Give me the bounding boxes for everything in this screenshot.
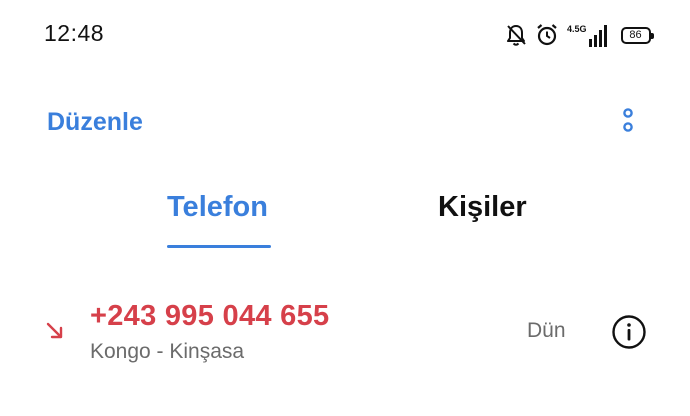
battery-level: 86 <box>629 29 642 41</box>
active-tab-indicator <box>167 245 271 248</box>
call-log-row[interactable]: +243 995 044 655 Kongo - Kinşasa Dün <box>0 286 690 376</box>
battery-icon: 86 <box>620 26 654 44</box>
edit-button[interactable]: Düzenle <box>47 108 143 137</box>
status-clock: 12:48 <box>44 20 105 46</box>
call-time: Dün <box>527 319 566 342</box>
call-location: Kongo - Kinşasa <box>90 340 245 363</box>
alarm-icon <box>535 23 559 47</box>
tab-telefon[interactable]: Telefon <box>167 191 268 224</box>
missed-call-arrow-icon <box>46 322 64 345</box>
bell-off-icon <box>505 23 527 47</box>
more-vertical-icon[interactable] <box>614 108 642 138</box>
call-number: +243 995 044 655 <box>90 300 330 332</box>
tab-kisiler[interactable]: Kişiler <box>438 191 527 224</box>
info-icon[interactable] <box>611 314 647 350</box>
status-icons: 4.5G 86 <box>505 22 654 48</box>
network-type-label: 4.5G <box>567 24 587 34</box>
signal-icon: 4.5G <box>567 23 607 47</box>
status-bar: 12:48 4.5G 86 <box>0 0 690 70</box>
